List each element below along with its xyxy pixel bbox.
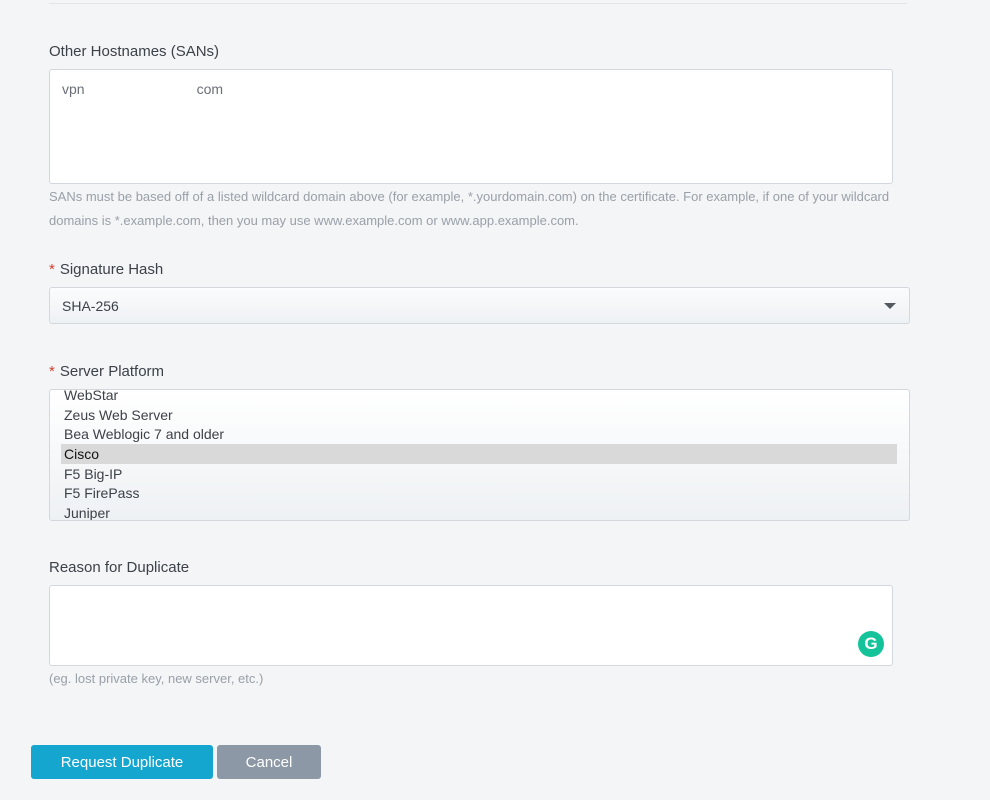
grammarly-icon[interactable]: G — [858, 631, 884, 657]
server-platform-listbox[interactable]: WebStar Zeus Web Server Bea Weblogic 7 a… — [49, 389, 910, 521]
signature-hash-value: SHA-256 — [62, 298, 119, 314]
platform-option-webstar[interactable]: WebStar — [61, 390, 897, 405]
chevron-down-icon — [884, 303, 896, 309]
cancel-button[interactable]: Cancel — [217, 745, 321, 779]
server-platform-label: * Server Platform — [49, 363, 164, 380]
sans-value: vpn com — [62, 81, 223, 97]
sans-label: Other Hostnames (SANs) — [49, 43, 220, 60]
sans-help-text: SANs must be based off of a listed wildc… — [49, 189, 890, 228]
signature-hash-label: * Signature Hash — [49, 261, 163, 278]
reason-help-text: (eg. lost private key, new server, etc.) — [49, 671, 264, 686]
request-duplicate-button[interactable]: Request Duplicate — [31, 745, 213, 779]
section-divider — [49, 3, 907, 4]
required-marker: * — [49, 363, 55, 380]
signature-hash-select[interactable]: SHA-256 — [49, 287, 910, 324]
platform-option-bea-weblogic[interactable]: Bea Weblogic 7 and older — [61, 424, 897, 444]
reason-label: Reason for Duplicate — [49, 559, 190, 576]
platform-option-f5-big-ip[interactable]: F5 Big-IP — [61, 464, 897, 484]
sans-value-suffix: com — [196, 81, 224, 97]
required-marker: * — [49, 261, 55, 278]
platform-option-zeus[interactable]: Zeus Web Server — [61, 405, 897, 425]
server-platform-label-text: Server Platform — [59, 363, 165, 380]
platform-option-f5-firepass[interactable]: F5 FirePass — [61, 483, 897, 503]
platform-option-juniper[interactable]: Juniper — [61, 503, 897, 520]
platform-option-cisco[interactable]: Cisco — [61, 444, 897, 464]
sans-value-prefix: vpn — [62, 81, 85, 97]
signature-hash-label-text: Signature Hash — [59, 261, 164, 278]
sans-textarea[interactable]: vpn com — [49, 69, 893, 184]
reason-textarea[interactable]: G — [49, 585, 893, 666]
